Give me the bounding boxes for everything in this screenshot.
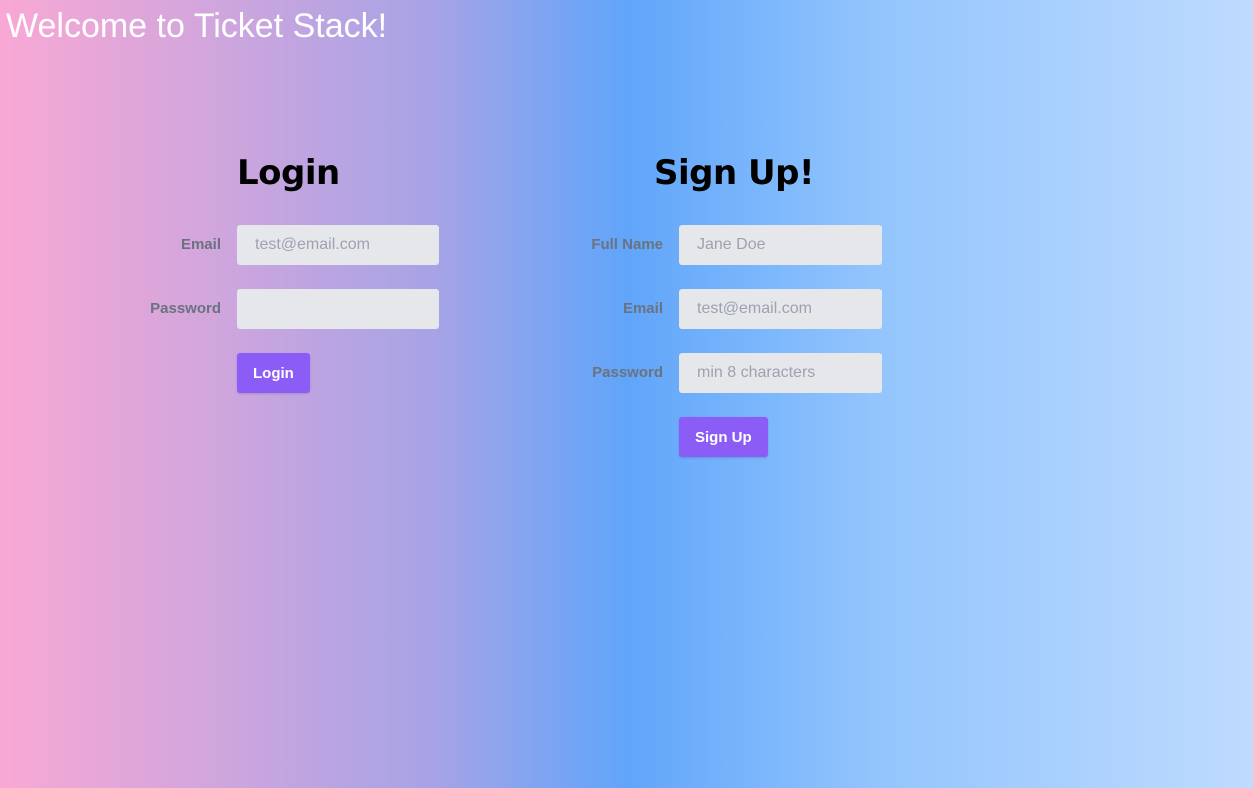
signup-password-row: Password: [580, 353, 900, 393]
login-email-input[interactable]: [237, 225, 439, 265]
signup-password-input[interactable]: [679, 353, 882, 393]
login-heading: Login: [237, 153, 340, 193]
login-button[interactable]: Login: [237, 353, 310, 393]
signup-heading: Sign Up!: [654, 153, 814, 193]
signup-name-row: Full Name: [580, 225, 900, 265]
signup-email-label: Email: [622, 300, 663, 317]
login-password-label: Password: [150, 300, 221, 317]
signup-email-input[interactable]: [679, 289, 882, 329]
login-email-row: Email: [140, 225, 460, 265]
login-password-row: Password: [140, 289, 460, 329]
signup-password-label: Password: [592, 364, 663, 381]
app-title: Welcome to Ticket Stack!: [6, 7, 388, 45]
signup-name-input[interactable]: [679, 225, 882, 265]
login-password-input[interactable]: [237, 289, 439, 329]
signup-button[interactable]: Sign Up: [679, 417, 768, 457]
signup-email-row: Email: [580, 289, 900, 329]
signup-name-label: Full Name: [591, 236, 663, 253]
login-email-label: Email: [180, 236, 221, 253]
